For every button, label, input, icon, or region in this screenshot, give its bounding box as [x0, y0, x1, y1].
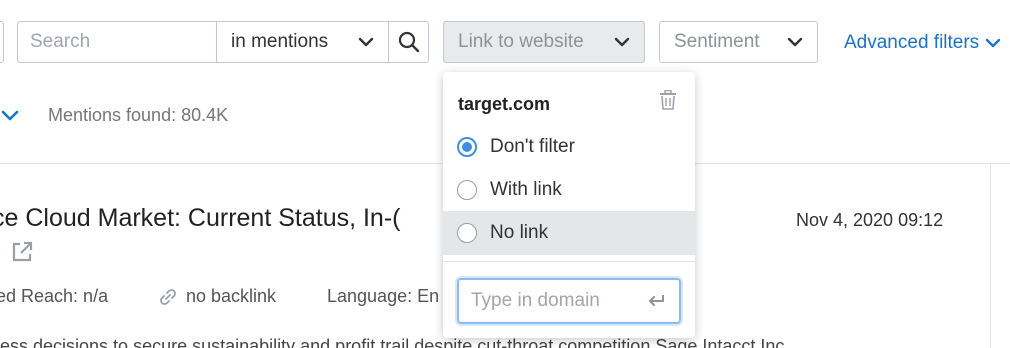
search-scope-select[interactable]: in mentions	[216, 22, 388, 62]
search-scope-value: in mentions	[231, 31, 329, 52]
trash-icon[interactable]	[659, 90, 677, 110]
link-to-website-label: Link to website	[458, 31, 584, 52]
link-filter-popover: target.com Don't filter With link No lin…	[443, 72, 695, 338]
option-dont-filter-label: Don't filter	[490, 136, 575, 157]
chevron-down-icon[interactable]	[0, 106, 20, 126]
backlink-text: no backlink	[186, 286, 277, 306]
radio-with-link[interactable]	[457, 180, 477, 200]
option-no-link[interactable]: No link	[443, 211, 695, 255]
reach-text: ed Reach: n/a	[0, 286, 109, 306]
right-panel-border	[990, 163, 991, 348]
popover-title: target.com	[458, 94, 551, 114]
mention-backlink: no backlink	[158, 286, 276, 307]
link-to-website-dropdown[interactable]: Link to website	[443, 21, 645, 63]
chevron-down-icon	[358, 37, 374, 47]
domain-input[interactable]	[471, 290, 645, 312]
link-icon	[160, 288, 176, 305]
sentiment-label: Sentiment	[674, 31, 760, 52]
advanced-filters-label: Advanced filters	[844, 32, 980, 53]
option-with-link[interactable]: With link	[443, 168, 695, 212]
option-with-link-label: With link	[490, 179, 562, 200]
search-group: in mentions	[17, 21, 429, 63]
popover-divider	[443, 261, 695, 262]
mentions-page: in mentions Link to website Sentiment Ad…	[0, 0, 1010, 348]
language-text: Language: En	[327, 286, 440, 306]
chevron-down-icon	[985, 38, 1001, 48]
sentiment-dropdown[interactable]: Sentiment	[659, 21, 818, 63]
radio-dont-filter[interactable]	[457, 137, 477, 157]
mention-language: Language: En	[327, 286, 439, 307]
mention-title[interactable]: ce Cloud Market: Current Status, In-(	[0, 204, 400, 233]
chevron-down-icon	[614, 37, 630, 47]
chevron-down-icon	[787, 37, 803, 47]
search-icon	[398, 31, 419, 53]
mentions-found-count: Mentions found: 80.4K	[48, 105, 229, 125]
radio-no-link[interactable]	[457, 223, 477, 243]
left-filter-stub[interactable]	[0, 21, 4, 63]
advanced-filters-link[interactable]: Advanced filters	[844, 32, 1001, 54]
mention-reach: ed Reach: n/a	[0, 286, 108, 307]
mention-date: Nov 4, 2020 09:12	[796, 210, 944, 230]
external-link-icon[interactable]	[10, 240, 34, 264]
option-dont-filter[interactable]: Don't filter	[443, 125, 695, 169]
enter-icon[interactable]	[645, 292, 667, 310]
search-button[interactable]	[388, 22, 428, 62]
domain-field[interactable]	[457, 278, 681, 324]
option-no-link-label: No link	[490, 222, 549, 243]
search-input[interactable]	[18, 22, 216, 62]
